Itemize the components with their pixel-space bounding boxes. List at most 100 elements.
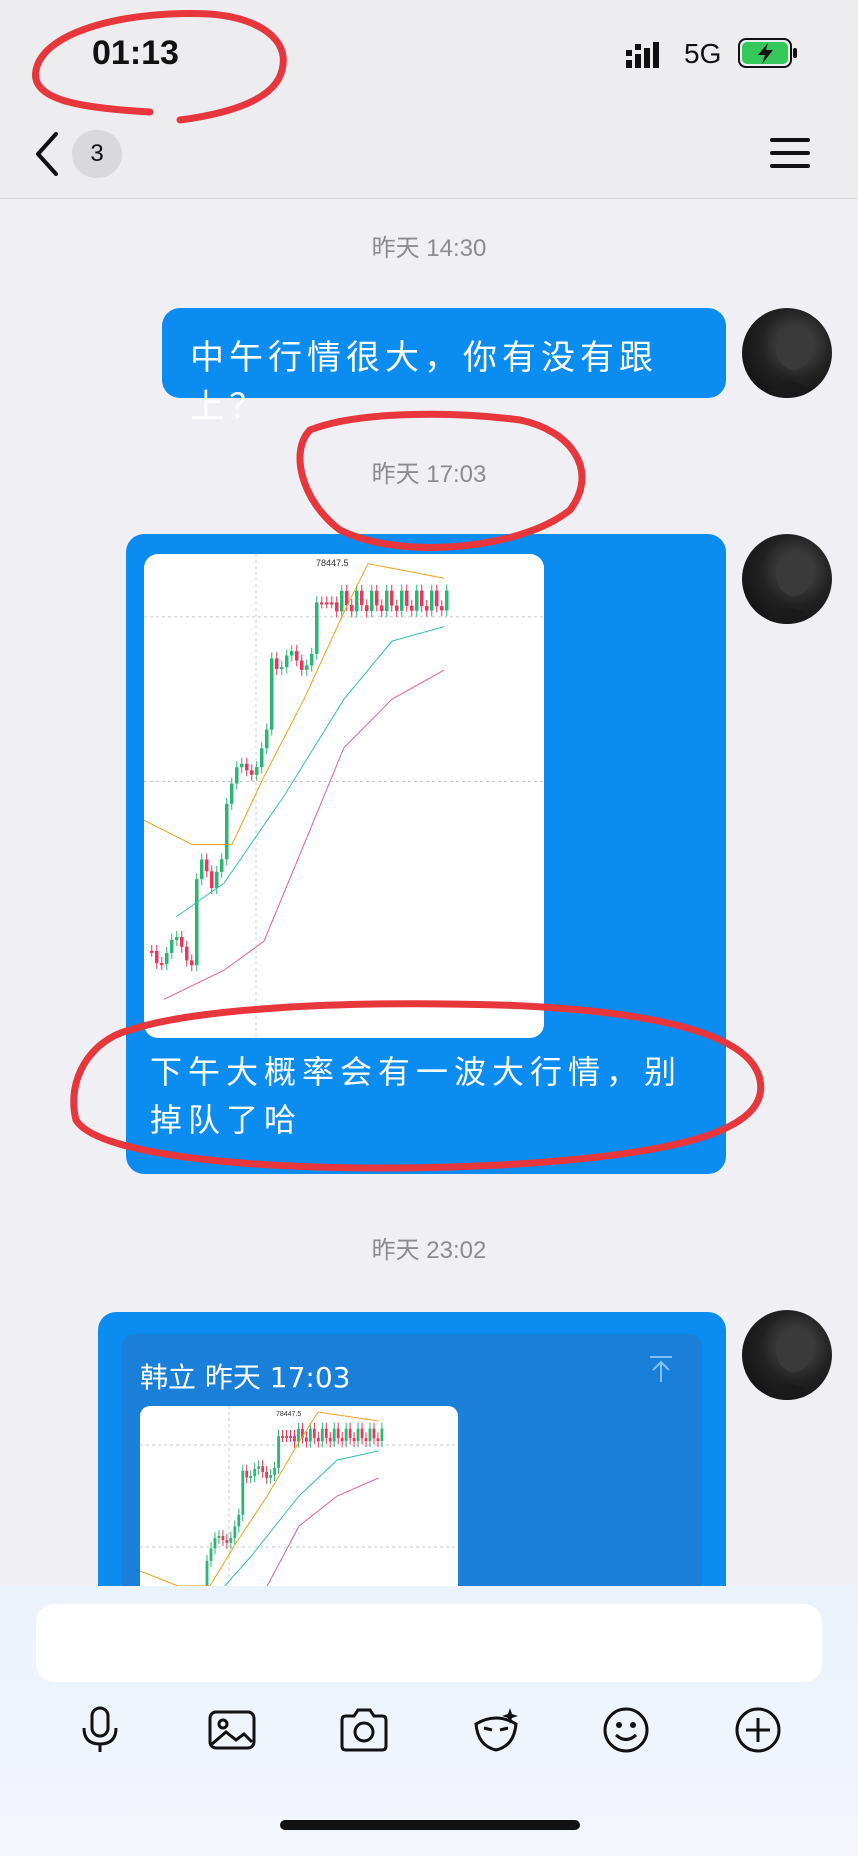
chart-candle: [213, 1538, 217, 1549]
chart-candle: [273, 1467, 276, 1476]
chart-candle: [250, 770, 254, 775]
chart-candle: [290, 651, 294, 656]
chart-candle: [370, 590, 374, 612]
chart-candle: [364, 1438, 368, 1442]
chart-candle: [155, 950, 159, 964]
chart-candle: [260, 748, 264, 768]
chart-candle: [315, 602, 319, 654]
emoji-icon[interactable]: [600, 1704, 652, 1756]
image-icon[interactable]: [206, 1704, 258, 1756]
chart-candle: [150, 950, 154, 953]
chart-candle: [275, 658, 279, 670]
chart-candle: [220, 859, 224, 872]
chart-candle: [336, 1428, 340, 1438]
chart-candle: [324, 1428, 328, 1438]
chart-candle: [210, 871, 214, 888]
chart-candle: [310, 653, 314, 666]
battery-icon: [738, 38, 797, 68]
signal-icon: [626, 42, 659, 68]
chart-candle: [395, 605, 399, 611]
status-bar: 01:13 5G: [0, 0, 858, 110]
chart-candle: [237, 1514, 241, 1527]
chart-candle: [249, 1476, 253, 1479]
chart-candle: [308, 1428, 312, 1442]
message-input[interactable]: [36, 1604, 822, 1682]
chart-candle: [405, 590, 409, 606]
add-icon[interactable]: [732, 1704, 784, 1756]
chart-upper-band: [144, 563, 445, 845]
chart-candle: [281, 1436, 284, 1438]
message-bubble[interactable]: 78447.5 下午大概率会有一波大行情，别掉队了哈: [126, 534, 726, 1174]
menu-icon[interactable]: [770, 136, 810, 170]
chart-candle: [280, 667, 284, 670]
chart-candle: [335, 602, 339, 612]
chart-candle: [380, 605, 384, 611]
chart-candle: [270, 658, 274, 730]
chart-candle: [410, 605, 414, 611]
unread-badge[interactable]: 3: [72, 130, 122, 178]
microphone-icon[interactable]: [74, 1704, 126, 1756]
chart-candle: [325, 602, 329, 605]
chart-candle: [376, 1438, 380, 1441]
chart-candle: [241, 1470, 245, 1515]
chart-candle: [360, 1428, 364, 1439]
chart-candle: [445, 590, 449, 611]
chart-candle: [205, 859, 209, 872]
chart-candle: [320, 1428, 324, 1442]
chart-candle: [215, 871, 219, 888]
composer: [0, 1586, 858, 1856]
chart-candle: [217, 1536, 221, 1539]
chart-candle: [400, 590, 404, 611]
message-text: 中午行情很大，你有没有跟上？: [190, 338, 658, 427]
sticker-icon[interactable]: [470, 1704, 522, 1756]
chart-candle: [305, 665, 309, 670]
chart-candle: [185, 946, 189, 961]
chart-candle: [265, 1472, 269, 1478]
chart-candle: [312, 1428, 316, 1438]
chart-candle: [300, 660, 304, 670]
chart-candle: [200, 859, 204, 880]
camera-icon[interactable]: [338, 1704, 390, 1756]
message-timestamp: 昨天 14:30: [371, 235, 487, 262]
chart-candle: [229, 1538, 233, 1543]
chart-candle: [225, 1540, 229, 1543]
chart-candle: [175, 936, 179, 940]
chart-candle: [289, 1436, 292, 1438]
avatar[interactable]: [742, 1310, 832, 1400]
chart-lower-band: [163, 669, 445, 1000]
chart-candle: [385, 590, 389, 611]
avatar[interactable]: [742, 308, 832, 398]
back-button[interactable]: [28, 128, 68, 180]
chart-image[interactable]: 78447.5: [144, 554, 544, 1038]
chart-candle: [365, 605, 369, 612]
chart-candle: [180, 936, 184, 947]
chart-candle: [368, 1428, 372, 1442]
chart-candle: [225, 803, 229, 860]
candlestick-chart: 78447.5: [144, 554, 544, 1038]
chart-high-label: 78447.5: [316, 558, 349, 568]
chart-candle: [245, 763, 249, 771]
network-type: 5G: [684, 38, 722, 69]
chart-candle: [316, 1437, 320, 1442]
chart-candle: [170, 939, 174, 953]
chart-candle: [356, 1428, 360, 1442]
chart-candle: [261, 1466, 265, 1473]
status-time: 01:13: [92, 34, 179, 72]
avatar[interactable]: [742, 534, 832, 624]
chart-candle: [352, 1438, 356, 1442]
chart-candle: [344, 1428, 348, 1442]
chart-candle: [375, 590, 379, 606]
chart-candle: [190, 960, 194, 966]
chart-candle: [415, 590, 419, 611]
chart-candle: [235, 767, 239, 784]
chart-candle: [295, 651, 299, 661]
chart-candle: [330, 602, 334, 605]
chart-candle: [390, 590, 394, 606]
message-bubble[interactable]: 中午行情很大，你有没有跟上？: [162, 308, 726, 427]
chart-candle: [372, 1428, 376, 1439]
chart-candle: [420, 590, 424, 607]
chart-candle: [285, 655, 289, 668]
message-timestamp: 昨天 17:03: [371, 461, 487, 488]
chart-candle: [340, 590, 344, 612]
scroll-to-top-icon[interactable]: [648, 1354, 674, 1384]
